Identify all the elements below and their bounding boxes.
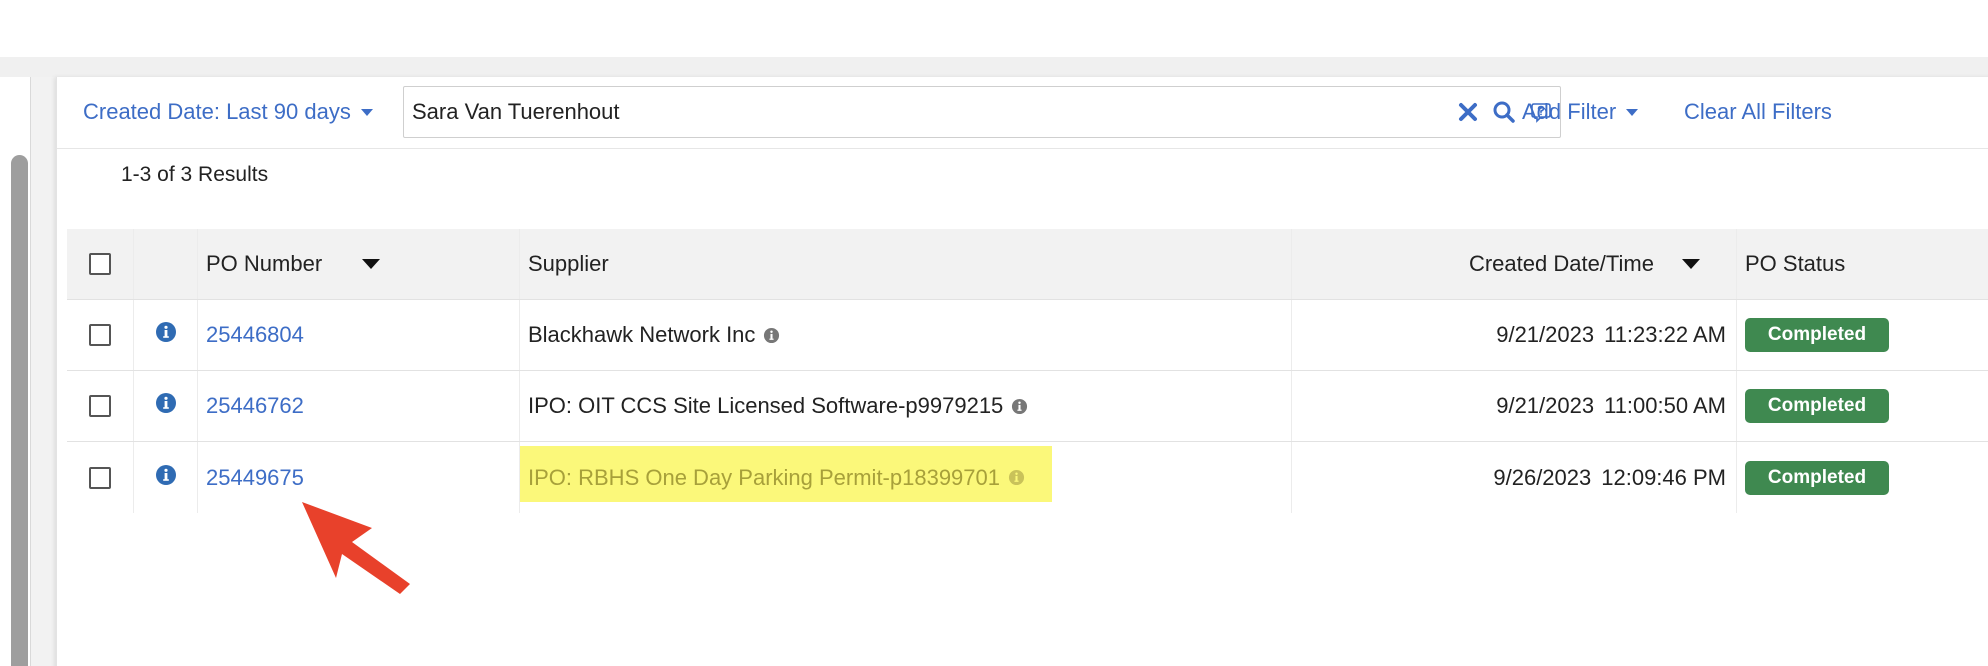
info-circle-small-icon[interactable] <box>1011 398 1028 415</box>
date-filter-label: Created Date: Last 90 days <box>83 99 351 124</box>
annotation-arrow-icon <box>302 502 410 594</box>
supplier-cell: IPO: RBHS One Day Parking Permit-p183997… <box>520 442 1292 513</box>
add-filter-label: Add Filter <box>1522 99 1617 124</box>
supplier-cell: Blackhawk Network Inc <box>520 300 1292 370</box>
top-separator <box>0 57 1988 77</box>
po-number-link[interactable]: 25446804 <box>206 322 304 348</box>
search-box <box>403 86 1561 138</box>
column-header-status[interactable]: PO Status <box>1737 229 1988 299</box>
header-select-cell <box>67 229 134 299</box>
status-badge: Completed <box>1745 318 1889 352</box>
column-header-created[interactable]: Created Date/Time <box>1292 229 1737 299</box>
po-number-link[interactable]: 25449675 <box>206 465 304 491</box>
table-header: PO Number Supplier Created Date/Time PO … <box>67 229 1988 300</box>
created-date: 9/26/2023 <box>1493 464 1592 490</box>
column-header-label: PO Status <box>1745 251 1846 276</box>
search-input[interactable] <box>404 88 1364 136</box>
search-icon[interactable] <box>1492 100 1516 124</box>
column-header-label: PO Number <box>206 251 323 276</box>
date-filter-dropdown[interactable]: Created Date: Last 90 days <box>83 99 373 125</box>
supplier-label: Blackhawk Network Inc <box>528 322 756 347</box>
row-select-cell <box>67 371 134 441</box>
clear-all-filters-link[interactable]: Clear All Filters <box>1684 99 1832 125</box>
supplier-name: IPO: OIT CCS Site Licensed Software-p997… <box>528 393 1028 419</box>
created-date: 9/21/2023 <box>1496 393 1595 418</box>
chevron-down-icon <box>360 108 373 116</box>
po-number-link[interactable]: 25446762 <box>206 393 304 419</box>
row-checkbox[interactable] <box>89 466 111 489</box>
status-cell: Completed <box>1737 371 1988 441</box>
add-filter-dropdown[interactable]: Add Filter <box>1522 99 1639 125</box>
row-checkbox[interactable] <box>89 395 111 417</box>
left-scrollbar[interactable] <box>11 155 28 666</box>
supplier-name: IPO: RBHS One Day Parking Permit-p183997… <box>528 465 1025 491</box>
supplier-cell: IPO: OIT CCS Site Licensed Software-p997… <box>520 371 1292 441</box>
supplier-name: Blackhawk Network Inc <box>528 322 780 348</box>
created-time: 12:09:46 PM <box>1601 464 1726 490</box>
top-bar <box>0 0 1988 57</box>
column-header-label: Created Date/Time <box>1468 251 1654 276</box>
column-header-supplier[interactable]: Supplier <box>520 229 1292 299</box>
po-number-cell: 25446762 <box>198 371 520 441</box>
status-badge: Completed <box>1745 460 1889 495</box>
info-circle-icon[interactable] <box>155 464 177 492</box>
status-cell: Completed <box>1737 442 1988 513</box>
results-count: 1-3 of 3 Results <box>121 163 269 186</box>
created-cell: 9/21/2023 11:00:50 AM <box>1292 371 1737 441</box>
column-header-label: Supplier <box>528 251 609 276</box>
row-select-cell <box>67 300 134 370</box>
created-date: 9/21/2023 <box>1496 322 1595 347</box>
select-all-checkbox[interactable] <box>89 253 111 275</box>
info-circle-icon[interactable] <box>155 321 177 349</box>
status-badge: Completed <box>1745 389 1889 423</box>
close-icon[interactable] <box>1458 102 1478 122</box>
row-info-cell <box>134 371 198 441</box>
header-info-cell <box>134 229 198 299</box>
chevron-down-icon <box>1626 108 1639 116</box>
created-cell: 9/26/2023 12:09:46 PM <box>1292 442 1737 513</box>
supplier-label: IPO: RBHS One Day Parking Permit-p183997… <box>528 464 1001 490</box>
row-info-cell <box>134 442 198 513</box>
table-row: 25446804 Blackhawk Network Inc 9/21/2023… <box>67 300 1988 371</box>
table-row: 25446762 IPO: OIT CCS Site Licensed Soft… <box>67 371 1988 442</box>
supplier-label: IPO: OIT CCS Site Licensed Software-p997… <box>528 393 1004 418</box>
row-select-cell <box>67 442 134 513</box>
info-circle-small-icon[interactable] <box>763 327 780 344</box>
row-info-cell <box>134 300 198 370</box>
row-checkbox[interactable] <box>89 324 111 346</box>
created-time: 11:23:22 AM <box>1604 322 1726 347</box>
status-cell: Completed <box>1737 300 1988 370</box>
po-table: PO Number Supplier Created Date/Time PO … <box>67 229 1988 513</box>
column-header-po-number[interactable]: PO Number <box>198 229 520 299</box>
sort-down-icon[interactable] <box>362 259 381 269</box>
info-circle-small-icon[interactable] <box>1008 469 1025 486</box>
po-number-cell: 25446804 <box>198 300 520 370</box>
created-cell: 9/21/2023 11:23:22 AM <box>1292 300 1737 370</box>
created-time: 11:00:50 AM <box>1604 393 1726 418</box>
filter-bar: Created Date: Last 90 days Add Filter Cl <box>57 77 1988 149</box>
sort-down-icon[interactable] <box>1682 259 1700 269</box>
info-circle-icon[interactable] <box>155 392 177 420</box>
